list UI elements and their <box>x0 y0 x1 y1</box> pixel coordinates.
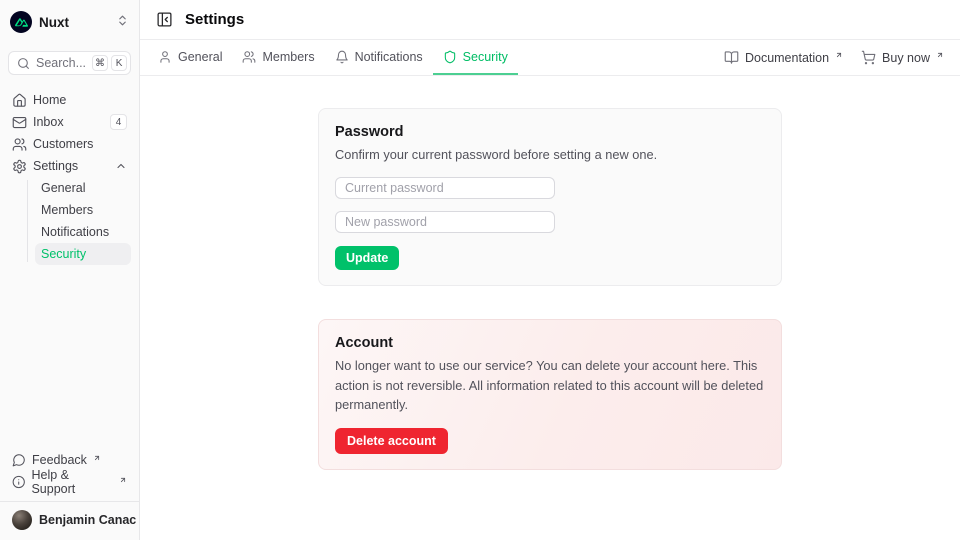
bell-icon <box>335 50 349 64</box>
content: Password Confirm your current password b… <box>140 76 960 540</box>
sidebar-subitem-label: General <box>41 181 85 195</box>
message-circle-icon <box>12 453 26 467</box>
gear-icon <box>12 159 27 174</box>
shopping-cart-icon <box>861 50 876 65</box>
tab-security[interactable]: Security <box>433 40 518 75</box>
account-card-title: Account <box>335 335 765 351</box>
inbox-icon <box>12 115 27 130</box>
sidebar-subitem-security[interactable]: Security <box>35 243 131 265</box>
app: Nuxt Search... ⌘ K Home Inbox 4 <box>0 0 960 540</box>
action-label: Buy now <box>882 51 930 65</box>
avatar <box>12 510 32 530</box>
sidebar-item-label: Inbox <box>33 115 64 129</box>
documentation-link[interactable]: Documentation <box>724 50 843 65</box>
sidebar-item-customers[interactable]: Customers <box>8 133 131 155</box>
main: Settings General Members Notifications S… <box>140 0 960 540</box>
sidebar-item-label: Home <box>33 93 66 107</box>
current-password-field[interactable] <box>335 177 555 199</box>
kbd-meta: ⌘ <box>92 55 108 71</box>
info-icon <box>12 475 25 489</box>
inbox-count-badge: 4 <box>110 114 127 130</box>
sidebar-subitem-label: Members <box>41 203 93 217</box>
update-button[interactable]: Update <box>335 246 399 270</box>
user-name: Benjamin Canac <box>39 513 136 527</box>
buy-now-link[interactable]: Buy now <box>861 50 944 65</box>
external-link-icon <box>936 48 944 62</box>
user-menu[interactable]: Benjamin Canac <box>8 502 131 532</box>
team-name: Nuxt <box>39 15 69 30</box>
home-icon <box>12 93 27 108</box>
panel-left-close-icon[interactable] <box>156 11 173 28</box>
user-icon <box>158 50 172 64</box>
page-header: Settings <box>140 0 960 40</box>
account-card: Account No longer want to use our servic… <box>318 319 782 470</box>
delete-account-button[interactable]: Delete account <box>335 428 448 454</box>
sidebar-subitem-general[interactable]: General <box>35 177 131 199</box>
kbd-k: K <box>111 55 127 71</box>
external-link-icon <box>835 48 843 62</box>
external-link-icon <box>119 472 127 487</box>
tab-notifications[interactable]: Notifications <box>325 40 433 75</box>
tab-label: Notifications <box>355 50 423 64</box>
sidebar-nav: Home Inbox 4 Customers Settings General <box>8 89 131 265</box>
chevron-up-icon <box>115 160 127 172</box>
sidebar-subitem-label: Notifications <box>41 225 109 239</box>
sidebar: Nuxt Search... ⌘ K Home Inbox 4 <box>0 0 140 540</box>
tabbar: General Members Notifications Security D… <box>140 40 960 76</box>
password-card-title: Password <box>335 124 765 140</box>
password-card-description: Confirm your current password before set… <box>335 145 765 165</box>
action-label: Documentation <box>745 51 829 65</box>
tab-label: General <box>178 50 222 64</box>
tabbar-actions: Documentation Buy now <box>724 40 944 75</box>
sidebar-spacer <box>8 265 131 449</box>
sidebar-item-settings[interactable]: Settings <box>8 155 131 177</box>
new-password-field[interactable] <box>335 211 555 233</box>
search-shortcut: ⌘ K <box>92 55 127 71</box>
book-open-icon <box>724 50 739 65</box>
sidebar-subitem-label: Security <box>41 247 86 261</box>
tab-general[interactable]: General <box>148 40 232 75</box>
team-switcher[interactable]: Nuxt <box>8 8 131 36</box>
nuxt-logo-icon <box>10 11 32 33</box>
page-title: Settings <box>185 11 244 28</box>
account-card-description: No longer want to use our service? You c… <box>335 356 765 415</box>
chevrons-up-down-icon <box>116 14 129 30</box>
sidebar-item-home[interactable]: Home <box>8 89 131 111</box>
password-card: Password Confirm your current password b… <box>318 108 782 286</box>
sidebar-subitem-members[interactable]: Members <box>35 199 131 221</box>
tab-members[interactable]: Members <box>232 40 324 75</box>
footer-link-label: Feedback <box>32 453 87 467</box>
search-icon <box>17 57 30 70</box>
tab-label: Security <box>463 50 508 64</box>
settings-subnav: General Members Notifications Security <box>27 177 131 265</box>
users-icon <box>242 50 256 64</box>
footer-link-label: Help & Support <box>31 468 113 496</box>
tab-label: Members <box>262 50 314 64</box>
search-input[interactable]: Search... ⌘ K <box>8 51 131 75</box>
sidebar-subitem-notifications[interactable]: Notifications <box>35 221 131 243</box>
sidebar-item-label: Customers <box>33 137 93 151</box>
users-icon <box>12 137 27 152</box>
sidebar-item-label: Settings <box>33 159 78 173</box>
shield-icon <box>443 50 457 64</box>
sidebar-item-help-support[interactable]: Help & Support <box>8 471 131 493</box>
external-link-icon <box>93 450 101 465</box>
sidebar-item-inbox[interactable]: Inbox 4 <box>8 111 131 133</box>
search-placeholder: Search... <box>36 56 86 70</box>
